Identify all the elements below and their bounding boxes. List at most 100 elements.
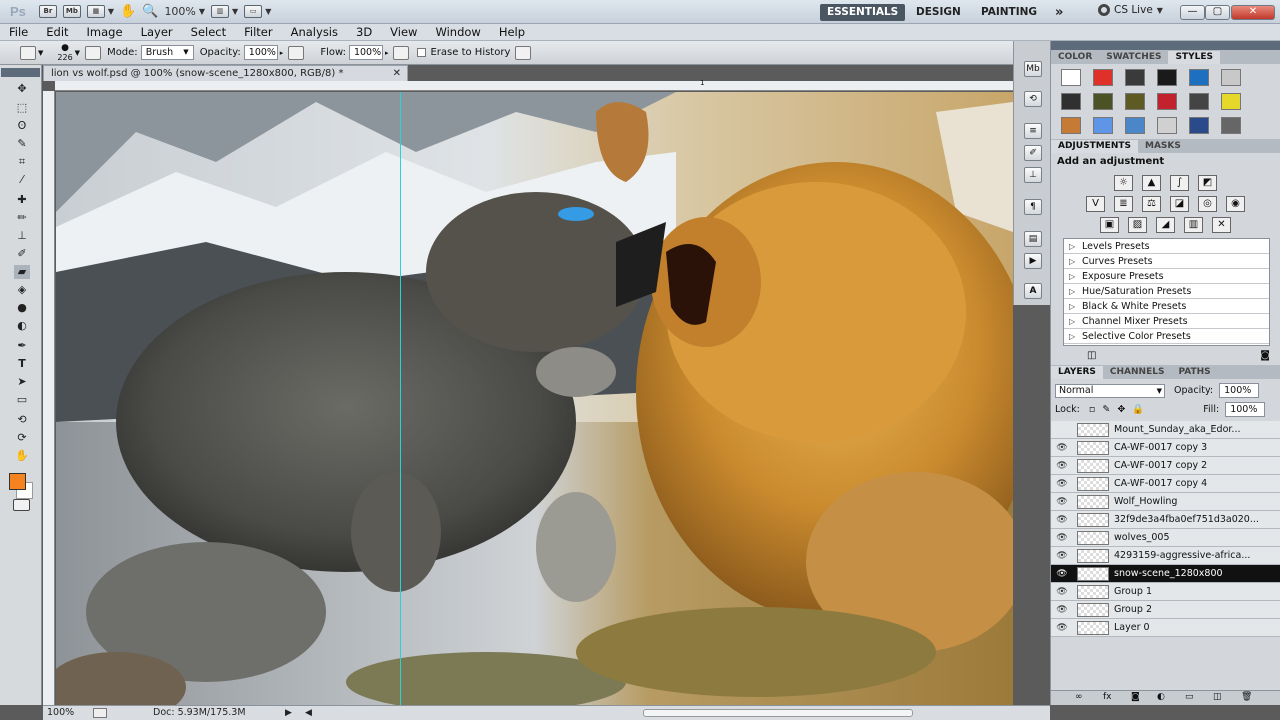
delete-layer-icon[interactable]: 🗑 [1241, 692, 1252, 702]
menu-filter[interactable]: Filter [235, 25, 281, 39]
style-swatch[interactable] [1157, 69, 1177, 86]
marquee-tool-icon[interactable]: ⬚ [14, 101, 30, 115]
close-document-icon[interactable]: ✕ [393, 66, 401, 81]
brush-presets-panel-icon[interactable]: ✐ [1024, 145, 1042, 161]
shape-tool-icon[interactable]: ▭ [14, 393, 30, 407]
path-selection-tool-icon[interactable]: ➤ [14, 375, 30, 389]
notes-panel-icon[interactable]: ▤ [1024, 231, 1042, 247]
layer-row[interactable]: 👁 Layer 0 [1051, 619, 1280, 637]
history-brush-tool-icon[interactable]: ✐ [14, 247, 30, 261]
fill-field[interactable]: 100% [1225, 402, 1266, 417]
style-swatch[interactable] [1061, 117, 1081, 134]
add-mask-icon[interactable]: ◙ [1131, 692, 1140, 702]
flow-field[interactable]: 100% [348, 45, 383, 60]
lasso-tool-icon[interactable]: ʘ [14, 119, 30, 133]
brush-tool-icon[interactable]: ✏ [14, 211, 30, 225]
layer-opacity-field[interactable]: 100% [1219, 383, 1260, 398]
preset-item[interactable]: Hue/Saturation Presets [1064, 284, 1269, 299]
style-swatch[interactable] [1061, 69, 1081, 86]
vertical-ruler[interactable] [43, 91, 55, 707]
horizontal-ruler[interactable]: 1 [55, 79, 1013, 91]
crop-tool-icon[interactable]: ⌗ [14, 155, 30, 169]
preset-item[interactable]: Levels Presets [1064, 239, 1269, 254]
menu-file[interactable]: File [0, 25, 37, 39]
tab-swatches[interactable]: SWATCHES [1099, 51, 1168, 64]
blend-mode-dropdown[interactable]: Normal ▼ [1055, 384, 1165, 398]
color-balance-icon[interactable]: ⚖ [1142, 196, 1161, 212]
lock-all-icon[interactable]: 🔒 [1132, 404, 1144, 415]
status-arrow-icon[interactable]: ▶ [285, 706, 292, 720]
style-swatch[interactable] [1093, 117, 1113, 134]
eraser-tool-icon[interactable]: ▰ [14, 265, 30, 279]
menu-3d[interactable]: 3D [347, 25, 381, 39]
layer-row[interactable]: 👁 Group 2 [1051, 601, 1280, 619]
tab-channels[interactable]: CHANNELS [1103, 366, 1172, 379]
visibility-eye-icon[interactable]: 👁 [1051, 623, 1073, 633]
new-layer-icon[interactable]: ◫ [1213, 692, 1222, 702]
paint-bucket-tool-icon[interactable]: ◈ [14, 283, 30, 297]
menu-window[interactable]: Window [426, 25, 489, 39]
levels-icon[interactable]: ▲ [1142, 175, 1161, 191]
maximize-button[interactable]: ▢ [1205, 5, 1230, 20]
layer-row[interactable]: 👁 32f9de3a4fba0ef751d3a020... [1051, 511, 1280, 529]
blur-tool-icon[interactable]: ● [14, 301, 30, 315]
lock-transparent-icon[interactable]: ▫ [1089, 404, 1095, 415]
brush-panel-icon[interactable] [85, 45, 102, 60]
tool-preset-picker[interactable] [20, 45, 36, 60]
visibility-eye-icon[interactable]: 👁 [1051, 443, 1073, 453]
layer-row[interactable]: 👁 wolves_005 [1051, 529, 1280, 547]
hue-saturation-icon[interactable]: ≣ [1114, 196, 1133, 212]
menu-view[interactable]: View [381, 25, 426, 39]
visibility-eye-icon[interactable]: 👁 [1051, 533, 1073, 543]
image-canvas[interactable] [56, 92, 1013, 706]
link-layers-icon[interactable]: ∞ [1075, 692, 1083, 702]
menu-select[interactable]: Select [182, 25, 235, 39]
type-tool-icon[interactable]: T [14, 357, 30, 371]
paragraph-panel-icon[interactable]: ¶ [1024, 199, 1042, 215]
style-swatch[interactable] [1221, 93, 1241, 110]
tab-color[interactable]: COLOR [1051, 51, 1099, 64]
style-swatch[interactable] [1189, 93, 1209, 110]
dock-grip[interactable] [1051, 41, 1280, 50]
layer-row[interactable]: 👁 Wolf_Howling [1051, 493, 1280, 511]
threshold-icon[interactable]: ◢ [1156, 217, 1175, 233]
tablet-size-icon[interactable] [515, 45, 532, 60]
cs-live-button[interactable]: CS Live ▼ [1098, 4, 1163, 16]
preset-item[interactable]: Curves Presets [1064, 254, 1269, 269]
zoom-tool-button[interactable]: 🔍 [142, 4, 158, 20]
visibility-eye-icon[interactable]: 👁 [1051, 497, 1073, 507]
panel-grip[interactable] [1, 68, 40, 77]
zoom-level-dropdown[interactable]: 100% ▼ [164, 4, 205, 20]
posterize-icon[interactable]: ▨ [1128, 217, 1147, 233]
new-group-icon[interactable]: ▭ [1185, 692, 1194, 702]
tab-paths[interactable]: PATHS [1171, 366, 1217, 379]
dodge-tool-icon[interactable]: ◐ [14, 319, 30, 333]
tool-presets-panel-icon[interactable]: ≡ [1024, 123, 1042, 139]
style-swatch[interactable] [1221, 117, 1241, 134]
preset-item[interactable]: Exposure Presets [1064, 269, 1269, 284]
character-panel-icon[interactable]: A [1024, 283, 1042, 299]
3d-orbit-tool-icon[interactable]: ⟳ [14, 431, 30, 445]
actions-panel-icon[interactable]: ▶ [1024, 253, 1042, 269]
layer-row[interactable]: Mount_Sunday_aka_Edor... [1051, 421, 1280, 439]
new-adjustment-layer-icon[interactable]: ◐ [1157, 692, 1165, 702]
preset-item[interactable]: Black & White Presets [1064, 299, 1269, 314]
mini-bridge-button[interactable]: Mb [62, 4, 81, 20]
style-swatch[interactable] [1125, 69, 1145, 86]
arrange-documents-button[interactable]: ▥ ▼ [211, 4, 238, 20]
layer-row[interactable]: 👁 snow-scene_1280x800 [1051, 565, 1280, 583]
style-swatch[interactable] [1125, 117, 1145, 134]
clip-to-layer-icon[interactable]: ◙ [1260, 350, 1270, 361]
status-menu-icon[interactable] [93, 708, 107, 718]
brush-preset-picker[interactable]: ● 226 [57, 43, 72, 62]
hand-tool-button[interactable]: ✋ [120, 4, 136, 20]
visibility-eye-icon[interactable]: 👁 [1051, 587, 1073, 597]
more-workspaces-button[interactable]: » [1048, 4, 1070, 21]
move-tool-icon[interactable]: ✥ [14, 82, 30, 96]
3d-rotate-tool-icon[interactable]: ⟲ [14, 413, 30, 427]
menu-help[interactable]: Help [490, 25, 534, 39]
preset-item[interactable]: Channel Mixer Presets [1064, 314, 1269, 329]
vibrance-icon[interactable]: V [1086, 196, 1105, 212]
clone-stamp-tool-icon[interactable]: ⊥ [14, 229, 30, 243]
layer-style-icon[interactable]: fx [1103, 692, 1112, 702]
